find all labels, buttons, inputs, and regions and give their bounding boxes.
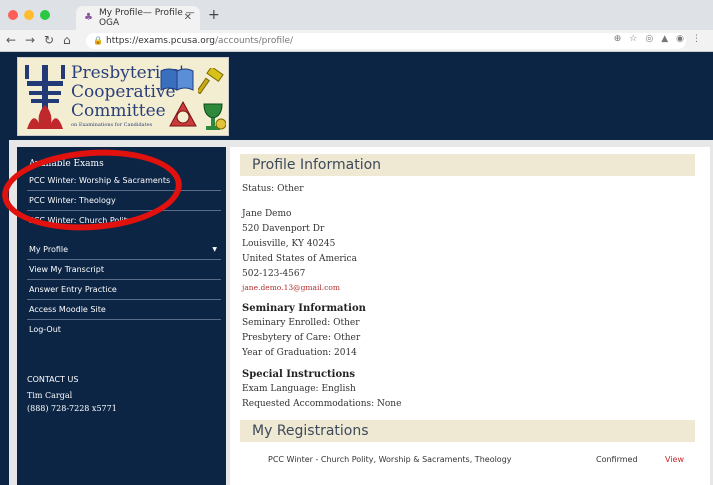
profile-address-line-2: Louisville, KY 40245 [242,239,336,249]
registration-status: Confirmed [596,455,638,464]
presbyterian-seal-icon [23,63,67,132]
special-instructions-heading: Special Instructions [242,369,356,380]
forward-icon[interactable]: → [25,33,35,47]
contact-phone: (888) 728-7228 x5771 [27,404,117,413]
trinity-knot-icon [169,100,197,127]
year-of-graduation: Year of Graduation: 2014 [242,348,357,358]
sidebar-item-my-profile[interactable]: My Profile ▼ [27,240,221,260]
extension-icons[interactable]: ⊕☆◎▲◉⋮ [614,34,709,44]
profile-heading: Profile Information [252,157,382,173]
registration-name: PCC Winter - Church Polity, Worship & Sa… [268,455,512,464]
close-window-icon[interactable] [8,10,18,20]
favicon-icon: ♣ [84,12,93,23]
back-icon[interactable]: ← [6,33,16,47]
url-path: /accounts/profile/ [215,36,294,46]
contact-name: Tim Cargal [27,391,73,400]
close-tab-icon[interactable]: ✕ [184,12,192,23]
sidebar-item-label: View My Transcript [29,265,104,274]
lock-icon: 🔒 [93,36,103,45]
chalice-icon [203,103,226,130]
presbytery-of-care: Presbytery of Care: Other [242,333,361,343]
caret-down-icon: ▼ [212,246,217,253]
minimize-window-icon[interactable] [24,10,34,20]
sidebar-item-label: Access Moodle Site [29,305,106,314]
registrations-heading: My Registrations [252,423,369,439]
url-host: https://exams.pcusa.org [106,36,215,46]
sidebar-item-label: Answer Entry Practice [29,285,117,294]
sidebar-item-moodle[interactable]: Access Moodle Site [27,300,221,320]
logo-line-4: on Examinations for Candidates [71,122,153,128]
reload-icon[interactable]: ↻ [44,33,54,47]
url-field[interactable]: 🔒 https://exams.pcusa.org/accounts/profi… [86,33,686,49]
registration-view-link[interactable]: View [665,455,684,464]
maximize-window-icon[interactable] [40,10,50,20]
sidebar-item-answer-practice[interactable]: Answer Entry Practice [27,280,221,300]
new-tab-icon[interactable]: + [208,7,220,23]
address-bar: ← → ↻ ⌂ 🔒 https://exams.pcusa.org/accoun… [0,30,713,52]
site-header: Presbyteries' Cooperative Committee on E… [0,52,713,140]
profile-heading-bar: Profile Information [240,154,695,176]
sidebar-item-label: Log-Out [29,325,61,334]
sidebar-item-logout[interactable]: Log-Out [27,320,221,340]
main-content: Profile Information Status: Other Jane D… [230,147,710,485]
profile-address-line-1: 520 Davenport Dr [242,224,325,234]
profile-phone: 502-123-4567 [242,269,306,279]
seminary-enrolled: Seminary Enrolled: Other [242,318,360,328]
open-book-icon [160,68,194,91]
gavel-icon [198,68,224,94]
profile-country: United States of America [242,254,357,264]
registrations-heading-bar: My Registrations [240,420,695,442]
logo-line-3: Committee [71,101,166,121]
sidebar-item-transcript[interactable]: View My Transcript [27,260,221,280]
profile-name: Jane Demo [242,209,292,219]
contact-heading: CONTACT US [27,375,79,384]
seminary-heading: Seminary Information [242,303,366,314]
status-text: Status: Other [242,184,304,194]
home-icon[interactable]: ⌂ [63,33,71,47]
profile-email[interactable]: jane.demo.13@gmail.com [242,283,340,292]
sidebar-item-label: My Profile [29,245,69,254]
browser-tab[interactable]: ♣ My Profile— Profile — OGA ✕ [76,6,200,30]
pcc-logo[interactable]: Presbyteries' Cooperative Committee on E… [17,57,229,136]
browser-tab-bar: ♣ My Profile— Profile — OGA ✕ + [0,0,713,30]
exam-language: Exam Language: English [242,384,356,394]
requested-accommodations: Requested Accommodations: None [242,399,402,409]
